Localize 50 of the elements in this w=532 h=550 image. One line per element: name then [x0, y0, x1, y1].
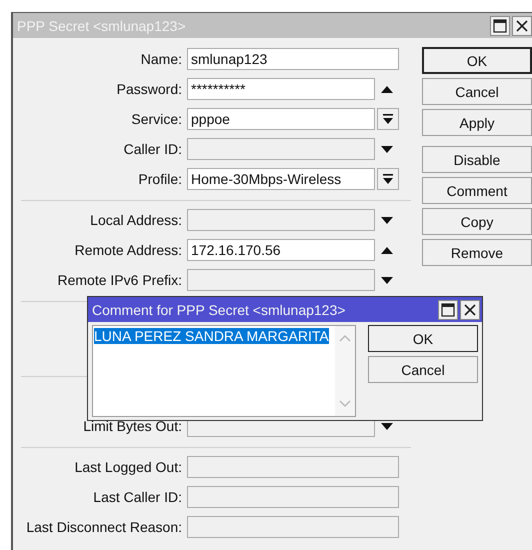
- input-field[interactable]: 172.16.170.56: [187, 239, 375, 261]
- comment-text-area[interactable]: LUNA PEREZ SANDRA MARGARITA: [92, 325, 356, 417]
- field-label: Password:: [116, 81, 182, 97]
- dropdown-arrow-icon: [383, 114, 393, 124]
- field-label: Service:: [130, 111, 182, 127]
- maximize-icon: [441, 302, 455, 316]
- select-field[interactable]: Home-30Mbps-Wireless: [187, 168, 375, 190]
- field-label: Remote IPv6 Prefix:: [56, 272, 182, 288]
- collapse-arrow-icon[interactable]: [381, 246, 393, 254]
- field-label: Profile:: [137, 171, 182, 187]
- dialog-button[interactable]: Cancel: [368, 356, 478, 383]
- expand-arrow-icon[interactable]: [381, 216, 393, 224]
- dialog-button[interactable]: Apply: [422, 109, 532, 136]
- dialog-button[interactable]: OK: [422, 47, 532, 74]
- dropdown-arrow-icon: [383, 174, 393, 184]
- input-field[interactable]: [187, 138, 375, 160]
- comment-text: LUNA PEREZ SANDRA MARGARITA: [94, 328, 329, 344]
- text-field[interactable]: smlunap123: [187, 48, 399, 70]
- dialog-button[interactable]: Cancel: [422, 78, 532, 105]
- field-label: Caller ID:: [122, 141, 182, 157]
- field-label: Local Address:: [89, 212, 182, 228]
- dialog-button[interactable]: OK: [368, 325, 478, 352]
- field-label: Last Logged Out:: [74, 459, 182, 475]
- expand-arrow-icon[interactable]: [381, 422, 393, 430]
- expand-arrow-icon[interactable]: [381, 146, 393, 152]
- close-button[interactable]: [512, 16, 532, 36]
- dialog-button[interactable]: Remove: [422, 239, 532, 266]
- close-button[interactable]: [460, 300, 480, 320]
- dialog-button[interactable]: Comment: [422, 177, 532, 204]
- field-label: Last Disconnect Reason:: [25, 519, 182, 535]
- dialog-button[interactable]: Copy: [422, 208, 532, 235]
- dropdown-button[interactable]: [377, 168, 399, 190]
- field-label: Last Caller ID:: [92, 489, 182, 505]
- maximize-icon: [493, 18, 507, 32]
- select-field[interactable]: pppoe: [187, 108, 375, 130]
- expand-arrow-icon[interactable]: [381, 276, 393, 284]
- dialog-button[interactable]: Disable: [422, 146, 532, 173]
- dropdown-button[interactable]: [377, 108, 399, 130]
- maximize-button[interactable]: [438, 300, 458, 320]
- field-label: Name:: [140, 51, 182, 67]
- collapse-arrow-icon[interactable]: [381, 86, 393, 92]
- field-label: Limit Bytes Out:: [82, 418, 182, 434]
- close-icon: [516, 20, 528, 32]
- input-field[interactable]: [187, 269, 375, 291]
- field-label: Remote Address:: [74, 242, 182, 258]
- input-field[interactable]: **********: [187, 78, 375, 100]
- close-icon: [464, 304, 476, 316]
- input-field[interactable]: [187, 209, 375, 231]
- maximize-button[interactable]: [490, 16, 510, 36]
- dialog-title: Comment for PPP Secret <smlunap123>: [92, 302, 346, 318]
